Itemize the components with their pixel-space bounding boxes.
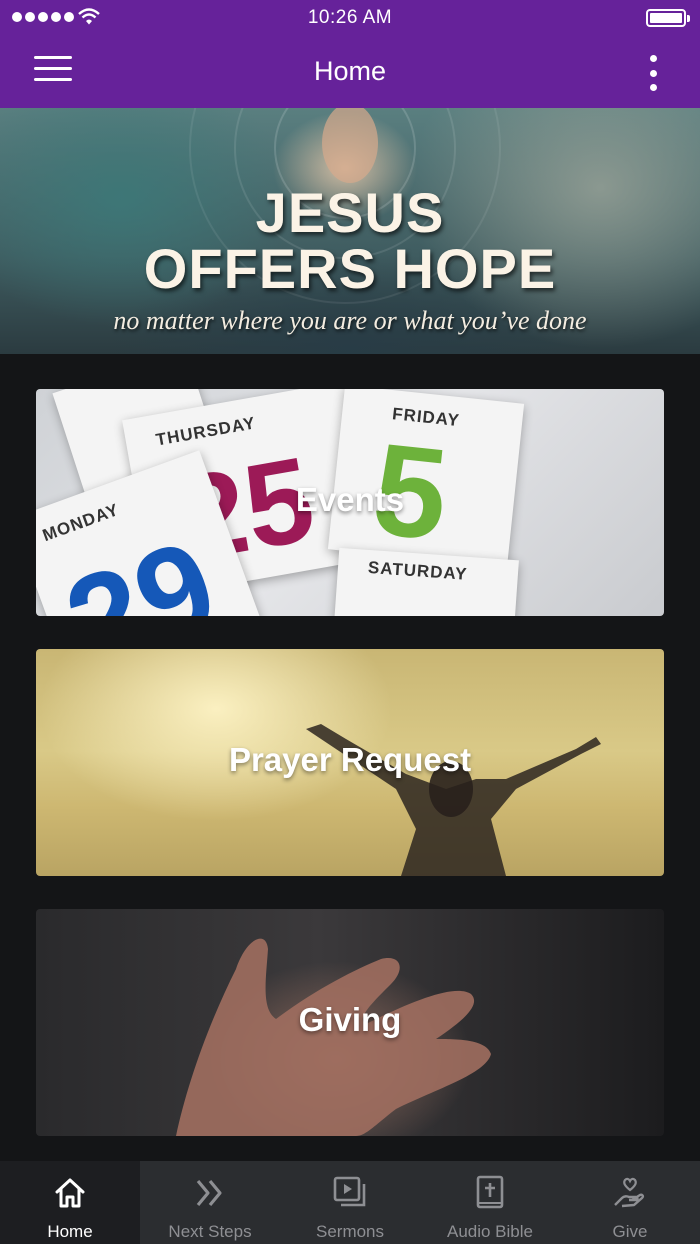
tab-home[interactable]: Home [0,1161,140,1244]
tab-label: Give [612,1222,648,1241]
status-bar: 10:26 AM [0,0,700,36]
events-card[interactable]: THURSDAY 25 FRIDAY 5 MONDAY 29 SATURDAY … [36,389,664,616]
more-options-icon[interactable] [646,53,660,93]
calendar-page-friday: FRIDAY 5 [327,389,525,568]
hero-banner[interactable]: JESUS OFFERS HOPE no matter where you ar… [0,108,700,354]
video-library-icon [333,1176,366,1207]
home-icon [55,1178,85,1208]
calendar-page-saturday: SATURDAY [333,547,519,616]
tab-sermons[interactable]: Sermons [280,1161,420,1244]
tab-label: Sermons [315,1222,385,1241]
bottom-tab-bar: Home Next Steps Sermons Audio Bible Give [0,1161,700,1244]
status-time: 10:26 AM [307,7,393,28]
tab-next-steps[interactable]: Next Steps [140,1161,280,1244]
giving-card-label: Giving [298,1001,402,1038]
tab-label: Audio Bible [446,1222,533,1241]
battery-icon [646,9,690,27]
tab-label: Home [47,1222,93,1241]
double-chevron-icon [196,1179,222,1207]
app-screen: 10:26 AM Home JESUS OFFERS HOPE no matte… [0,0,700,1244]
hero-title-line2: OFFERS HOPE [143,237,557,300]
tab-audio-bible[interactable]: Audio Bible [420,1161,560,1244]
giving-card[interactable]: Giving [36,909,664,1136]
hero-subtitle: no matter where you are or what you’ve d… [113,306,587,335]
bible-icon [476,1175,504,1209]
events-card-label: Events [295,481,405,518]
tab-give[interactable]: Give [560,1161,700,1244]
prayer-request-card-label: Prayer Request [228,741,472,778]
top-bar: 10:26 AM Home [0,0,700,108]
calendar-day-label: SATURDAY [367,557,469,584]
tab-label: Next Steps [168,1222,252,1241]
page-title: Home [313,56,387,86]
heart-hand-icon [614,1177,645,1208]
prayer-request-card[interactable]: Prayer Request [36,649,664,876]
